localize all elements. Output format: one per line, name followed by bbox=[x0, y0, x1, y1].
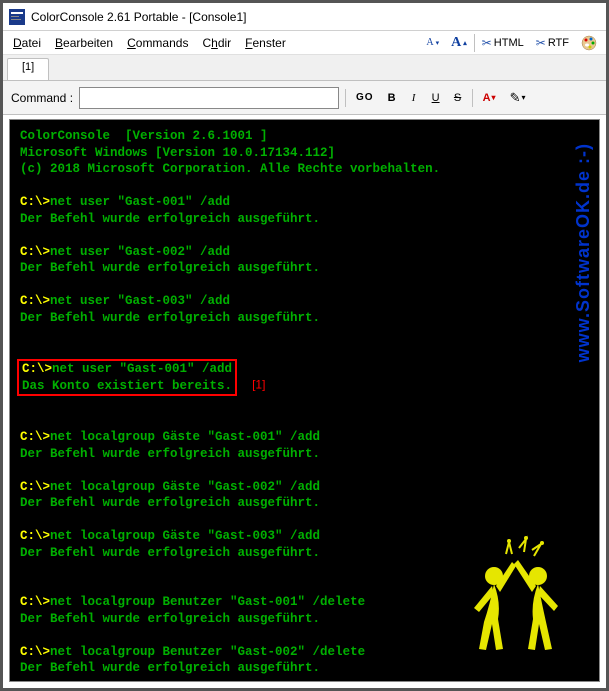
font-small-button[interactable]: A▾ bbox=[421, 35, 444, 50]
prompt: C:\> bbox=[20, 430, 50, 444]
output-text: Der Befehl wurde erfolgreich ausgeführt. bbox=[20, 612, 320, 626]
strike-button[interactable]: S bbox=[450, 90, 466, 106]
output-text: Das Konto existiert bereits. bbox=[22, 379, 232, 393]
command-text: net localgroup Gäste "Gast-002" /add bbox=[50, 480, 320, 494]
command-text: net user "Gast-003" /add bbox=[50, 294, 230, 308]
command-label: Command : bbox=[11, 91, 73, 105]
output-text: Der Befehl wurde erfolgreich ausgeführt. bbox=[20, 311, 320, 325]
command-text: net user "Gast-002" /add bbox=[50, 245, 230, 259]
command-text: net localgroup Benutzer "Gast-002" /dele… bbox=[50, 645, 365, 659]
palette-icon bbox=[581, 35, 597, 51]
tab-1[interactable]: [1] bbox=[7, 58, 49, 80]
go-button[interactable]: GO bbox=[352, 90, 378, 105]
menu-chdir[interactable]: Chdir bbox=[196, 34, 237, 52]
export-rtf-button[interactable]: ✂RTF bbox=[531, 34, 574, 52]
menu-datei[interactable]: Datei bbox=[7, 34, 47, 52]
command-text: net localgroup Benutzer "Gast-001" /dele… bbox=[50, 595, 365, 609]
command-text: net localgroup Gäste "Gast-003" /add bbox=[50, 529, 320, 543]
separator bbox=[474, 34, 475, 52]
command-text: net user "Gast-001" /add bbox=[52, 362, 232, 376]
menu-fenster[interactable]: Fenster bbox=[239, 34, 292, 52]
bold-button[interactable]: B bbox=[384, 90, 400, 106]
menu-bearbeiten[interactable]: Bearbeiten bbox=[49, 34, 119, 52]
font-large-button[interactable]: A▴ bbox=[446, 33, 472, 53]
output-text: Der Befehl wurde erfolgreich ausgeführt. bbox=[20, 546, 320, 560]
command-text: net localgroup Gäste "Gast-001" /add bbox=[50, 430, 320, 444]
prompt: C:\> bbox=[20, 294, 50, 308]
prompt: C:\> bbox=[22, 362, 52, 376]
prompt: C:\> bbox=[20, 595, 50, 609]
menu-bar: Datei Bearbeiten Commands Chdir Fenster … bbox=[3, 31, 606, 55]
italic-button[interactable]: I bbox=[406, 90, 422, 106]
output-text: Der Befehl wurde erfolgreich ausgeführt. bbox=[20, 661, 320, 675]
separator bbox=[345, 89, 346, 107]
output-text: Der Befehl wurde erfolgreich ausgeführt. bbox=[20, 496, 320, 510]
font-color-button[interactable]: A▾ bbox=[479, 90, 500, 106]
command-toolbar: Command : GO B I U S A▾ ✎▾ bbox=[3, 81, 606, 115]
title-bar: ColorConsole 2.61 Portable - [Console1] bbox=[3, 3, 606, 31]
window-title: ColorConsole 2.61 Portable - [Console1] bbox=[31, 10, 246, 24]
separator bbox=[472, 89, 473, 107]
console-output[interactable]: ColorConsole [Version 2.6.1001 ] Microso… bbox=[9, 119, 600, 682]
console-line: Microsoft Windows [Version 10.0.17134.11… bbox=[20, 146, 335, 160]
prompt: C:\> bbox=[20, 245, 50, 259]
underline-button[interactable]: U bbox=[428, 90, 444, 106]
prompt: C:\> bbox=[20, 195, 50, 209]
palette-button[interactable] bbox=[576, 33, 602, 53]
highlight-color-button[interactable]: ✎▾ bbox=[506, 88, 530, 108]
app-icon bbox=[9, 9, 25, 25]
export-html-button[interactable]: ✂HTML bbox=[477, 34, 529, 52]
output-text: Der Befehl wurde erfolgreich ausgeführt. bbox=[20, 212, 320, 226]
highlight-box: C:\>net user "Gast-001" /add Das Konto e… bbox=[17, 359, 237, 396]
output-text: Der Befehl wurde erfolgreich ausgeführt. bbox=[20, 447, 320, 461]
output-text: Der Befehl wurde erfolgreich ausgeführt. bbox=[20, 261, 320, 275]
command-text: net user "Gast-001" /add bbox=[50, 195, 230, 209]
prompt: C:\> bbox=[20, 480, 50, 494]
prompt: C:\> bbox=[20, 529, 50, 543]
prompt: C:\> bbox=[20, 645, 50, 659]
callout-marker: [1] bbox=[252, 378, 265, 392]
command-input[interactable] bbox=[79, 87, 339, 109]
console-line: ColorConsole [Version 2.6.1001 ] bbox=[20, 129, 268, 143]
tab-strip: [1] bbox=[3, 55, 606, 81]
console-line: (c) 2018 Microsoft Corporation. Alle Rec… bbox=[20, 162, 440, 176]
menu-commands[interactable]: Commands bbox=[121, 34, 194, 52]
